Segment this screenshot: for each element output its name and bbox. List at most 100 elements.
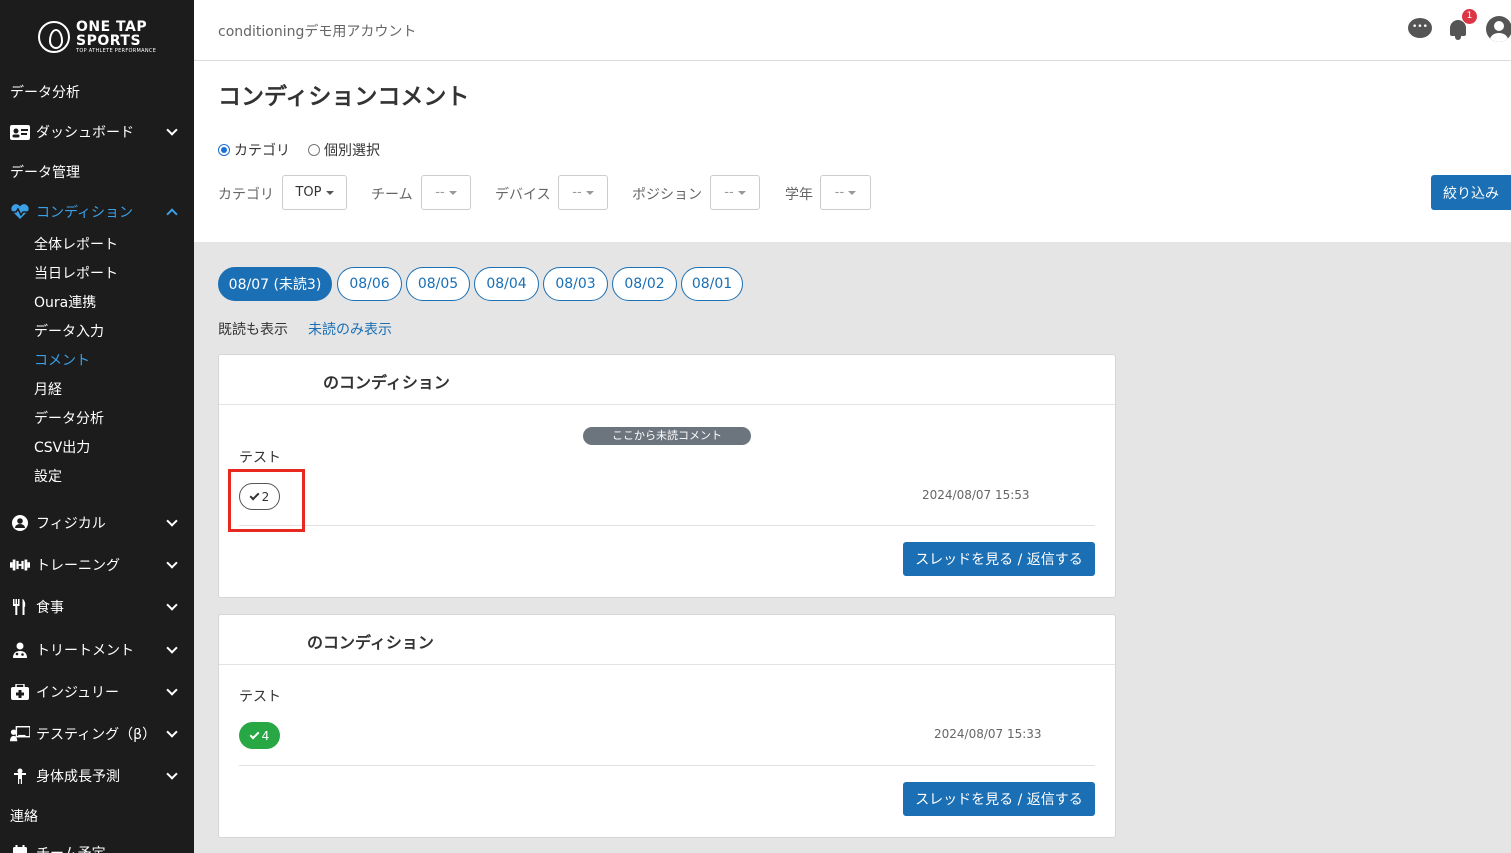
view-thread-button[interactable]: スレッドを見る / 返信する — [903, 542, 1095, 576]
sidebar-sub-menstruation[interactable]: 月経 — [34, 379, 62, 399]
sidebar-item-contact[interactable]: 連絡 — [0, 806, 194, 826]
chevron-down-icon — [166, 726, 178, 738]
team-select[interactable]: -- — [421, 175, 471, 210]
sidebar-item-treatment[interactable]: トリートメント — [0, 640, 194, 660]
selection-mode: カテゴリ 個別選択 — [218, 140, 380, 160]
dumbbell-icon — [10, 557, 30, 573]
position-label: ポジション — [632, 187, 702, 203]
filter-submit-button[interactable]: 絞り込み — [1431, 175, 1511, 210]
sidebar-item-data-management[interactable]: データ管理 — [0, 162, 194, 182]
logo-line2: SPORTS — [76, 33, 142, 49]
read-check-badge[interactable]: 4 — [239, 722, 280, 749]
chalkboard-teacher-icon — [10, 726, 30, 742]
card-title: のコンディション — [323, 373, 450, 392]
device-select[interactable]: -- — [558, 175, 608, 210]
id-card-icon — [10, 124, 30, 140]
caret-down-icon — [848, 190, 857, 195]
radio-checked-icon[interactable] — [218, 144, 230, 156]
sidebar-sub-data-analysis[interactable]: データ分析 — [34, 408, 104, 428]
grade-select[interactable]: -- — [820, 175, 871, 210]
unread-only-link[interactable]: 未読のみ表示 — [308, 319, 392, 339]
chevron-down-icon — [166, 768, 178, 780]
divider — [239, 765, 1095, 766]
date-tab-0801[interactable]: 08/01 — [681, 267, 743, 301]
chevron-up-icon — [166, 208, 178, 220]
sidebar-item-team-schedule[interactable]: チーム予定 — [0, 843, 194, 853]
caret-down-icon — [737, 190, 746, 195]
top-header: conditioningデモ用アカウント 1 — [194, 0, 1511, 61]
sidebar-sub-overall-report[interactable]: 全体レポート — [34, 234, 118, 254]
date-tab-0804[interactable]: 08/04 — [474, 267, 539, 301]
divider — [239, 525, 1095, 526]
sidebar-sub-settings[interactable]: 設定 — [34, 466, 62, 486]
sidebar-item-testing[interactable]: テスティング（β） — [0, 724, 194, 744]
chevron-down-icon — [166, 642, 178, 654]
radio-unchecked-icon[interactable] — [308, 144, 320, 156]
comment-card: のコンディション テスト 4 2024/08/07 15:33 スレッドを見る … — [218, 614, 1116, 838]
check-icon — [249, 729, 260, 739]
date-tab-0806[interactable]: 08/06 — [337, 267, 402, 301]
child-growth-icon — [10, 768, 30, 784]
date-tab-0802[interactable]: 08/02 — [612, 267, 677, 301]
date-tab-0805[interactable]: 08/05 — [406, 267, 470, 301]
comment-timestamp: 2024/08/07 15:53 — [922, 488, 1030, 502]
calendar-icon — [10, 845, 30, 853]
category-label: カテゴリ — [218, 187, 274, 203]
heartbeat-icon — [10, 204, 30, 220]
sidebar-item-injury[interactable]: インジュリー — [0, 682, 194, 702]
sidebar-sub-data-input[interactable]: データ入力 — [34, 321, 104, 341]
grade-label: 学年 — [785, 187, 813, 203]
comment-timestamp: 2024/08/07 15:33 — [934, 727, 1042, 741]
category-select[interactable]: TOP — [282, 175, 347, 210]
first-aid-icon — [10, 684, 30, 700]
sidebar-item-physical[interactable]: フィジカル — [0, 513, 194, 533]
show-read-link[interactable]: 既読も表示 — [218, 319, 288, 339]
comment-text: テスト — [239, 450, 281, 466]
logo-tagline: TOP ATHLETE PERFORMANCE — [76, 48, 157, 54]
user-md-icon — [10, 642, 30, 658]
sidebar-item-dashboard[interactable]: ダッシュボード — [0, 122, 194, 142]
radio-individual[interactable]: 個別選択 — [308, 140, 380, 160]
sidebar: ONE TAP SPORTS TOP ATHLETE PERFORMANCE デ… — [0, 0, 194, 853]
caret-down-icon — [325, 190, 334, 195]
sidebar-item-training[interactable]: トレーニング — [0, 555, 194, 575]
comment-card: のコンディション ここから未読コメント テスト 2 2024/08/07 15:… — [218, 354, 1116, 598]
sidebar-item-data-analysis[interactable]: データ分析 — [0, 82, 194, 102]
chevron-down-icon — [166, 124, 178, 136]
view-thread-button[interactable]: スレッドを見る / 返信する — [903, 782, 1095, 816]
sidebar-item-condition[interactable]: コンディション — [0, 202, 194, 222]
radio-category[interactable]: カテゴリ — [218, 140, 290, 160]
device-label: デバイス — [495, 187, 551, 203]
card-title: のコンディション — [307, 633, 434, 652]
unread-separator: ここから未読コメント — [583, 427, 751, 445]
user-circle-icon — [10, 515, 30, 531]
chevron-down-icon — [166, 684, 178, 696]
sidebar-item-meal[interactable]: 食事 — [0, 597, 194, 617]
caret-down-icon — [585, 190, 594, 195]
position-select[interactable]: -- — [710, 175, 760, 210]
caret-down-icon — [448, 190, 457, 195]
chevron-down-icon — [166, 557, 178, 569]
chevron-down-icon — [166, 599, 178, 611]
logo-line1: ONE TAP — [76, 19, 148, 35]
utensils-icon — [10, 599, 30, 615]
notification-badge: 1 — [1462, 9, 1477, 24]
account-name: conditioningデモ用アカウント — [218, 24, 417, 40]
sidebar-sub-daily-report[interactable]: 当日レポート — [34, 263, 118, 283]
team-label: チーム — [371, 187, 413, 203]
highlight-box — [228, 469, 305, 532]
page-title: コンディションコメント — [218, 84, 470, 110]
chat-icon[interactable] — [1408, 18, 1432, 38]
app-logo[interactable]: ONE TAP SPORTS TOP ATHLETE PERFORMANCE — [38, 20, 156, 54]
sidebar-sub-oura[interactable]: Oura連携 — [34, 292, 96, 312]
chevron-down-icon — [166, 515, 178, 527]
comment-text: テスト — [239, 689, 281, 705]
date-tab-0807[interactable]: 08/07 (未読3) — [218, 267, 332, 301]
user-avatar-icon[interactable] — [1486, 16, 1511, 42]
filter-panel: コンディションコメント カテゴリ 個別選択 カテゴリ TOP チーム -- デバ… — [194, 61, 1511, 242]
logo-mark-icon — [38, 21, 70, 53]
sidebar-sub-csv-export[interactable]: CSV出力 — [34, 437, 90, 457]
date-tab-0803[interactable]: 08/03 — [543, 267, 608, 301]
sidebar-item-growth-prediction[interactable]: 身体成長予測 — [0, 766, 194, 786]
sidebar-sub-comment[interactable]: コメント — [34, 350, 90, 370]
